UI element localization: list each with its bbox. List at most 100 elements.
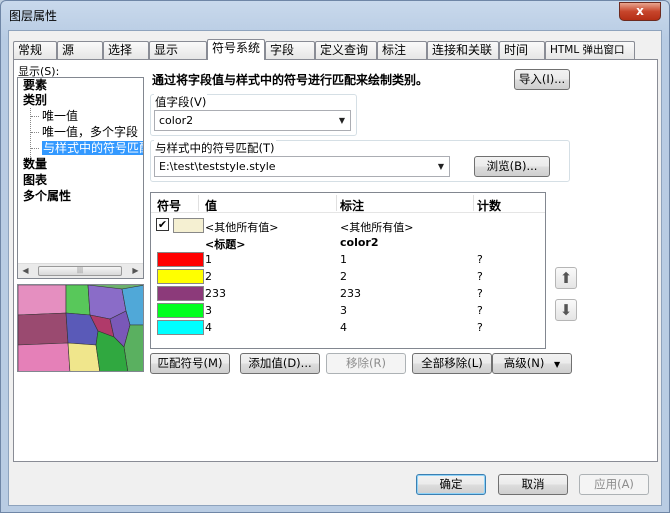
row-value: 3	[205, 304, 212, 317]
remove-all-button[interactable]: 全部移除(L)	[412, 353, 492, 374]
renderer-preview-image	[17, 284, 144, 372]
dropdown-arrow-icon: ▼	[437, 162, 444, 171]
move-up-button[interactable]: ⬆	[555, 267, 577, 289]
table-row-heading[interactable]: <标题> color2	[151, 234, 545, 251]
row-label: 2	[340, 270, 347, 283]
row-count: ?	[477, 321, 483, 334]
add-values-button[interactable]: 添加值(D)...	[240, 353, 320, 374]
row-label: 4	[340, 321, 347, 334]
tab-symbology[interactable]: 符号系统	[207, 39, 265, 60]
tree-item-unique-values-many-fields[interactable]: 唯一值，多个字段	[42, 125, 138, 139]
heading-value: <标题>	[205, 238, 246, 251]
table-row-all-other-values[interactable]: ✔ <其他所有值> <其他所有值>	[151, 217, 545, 234]
match-symbols-button[interactable]: 匹配符号(M)	[150, 353, 230, 374]
tree-connector	[31, 116, 39, 117]
remove-button[interactable]: 移除(R)	[326, 353, 406, 374]
table-row[interactable]: 3 3?	[151, 302, 545, 319]
ok-button[interactable]: 确定	[416, 474, 486, 495]
dialog-client: 常规 源 选择 显示 符号系统 字段 定义查询 标注 连接和关联 时间 HTML…	[8, 30, 662, 506]
row-count: ?	[477, 253, 483, 266]
header-label[interactable]: 标注	[340, 197, 364, 214]
style-match-label: 与样式中的符号匹配(T)	[154, 140, 276, 156]
header-symbol[interactable]: 符号	[157, 197, 181, 214]
value-field-dropdown[interactable]: color2 ▼	[154, 110, 351, 131]
tab-display[interactable]: 显示	[149, 41, 207, 59]
renderer-tree: 要素 类别 唯一值 唯一值，多个字段 与样式中的符号匹配 数量 图表 多个属性 …	[17, 77, 144, 279]
tab-joins-relates[interactable]: 连接和关联	[427, 41, 499, 59]
title-bar[interactable]: 图层属性 x	[1, 1, 669, 29]
row-value: 1	[205, 253, 212, 266]
tab-time[interactable]: 时间	[499, 41, 545, 59]
row-count: ?	[477, 287, 483, 300]
header-value[interactable]: 值	[205, 197, 217, 214]
row-label: 233	[340, 287, 361, 300]
symbol-swatch[interactable]	[157, 252, 204, 267]
symbology-panel: 显示(S): 要素 类别 唯一值 唯一值，多个字段 与样式中的符号匹配 数量 图…	[13, 59, 658, 462]
row-value: 2	[205, 270, 212, 283]
scroll-right-icon[interactable]: ▶	[128, 264, 143, 278]
all-other-values-checkbox[interactable]: ✔	[156, 218, 169, 231]
tree-item-multiple-attributes[interactable]: 多个属性	[23, 189, 71, 203]
table-row[interactable]: 2 2?	[151, 268, 545, 285]
tree-item-features[interactable]: 要素	[23, 78, 47, 92]
tab-general[interactable]: 常规	[13, 41, 57, 59]
tab-labels[interactable]: 标注	[377, 41, 427, 59]
checkmark-icon: ✔	[157, 218, 168, 231]
row-value: <其他所有值>	[205, 221, 279, 234]
close-button[interactable]: x	[619, 2, 661, 21]
tree-connector	[31, 132, 39, 133]
layer-properties-window: 图层属性 x 常规 源 选择 显示 符号系统 字段 定义查询 标注 连接和关联 …	[0, 0, 670, 513]
symbol-swatch[interactable]	[157, 303, 204, 318]
row-count: ?	[477, 304, 483, 317]
column-separator	[473, 195, 474, 211]
symbol-swatch[interactable]	[157, 286, 204, 301]
symbol-class-grid: 符号 值 标注 计数 ✔ <其他所有值> <其他所有值> <标题> color2…	[150, 192, 546, 349]
advanced-label: 高级(N)	[503, 356, 545, 370]
symbol-swatch[interactable]	[157, 320, 204, 335]
tree-item-charts[interactable]: 图表	[23, 173, 47, 187]
dropdown-arrow-icon: ▼	[338, 116, 345, 125]
tab-html-popup[interactable]: HTML 弹出窗口	[545, 41, 635, 59]
scroll-left-icon[interactable]: ◀	[18, 264, 33, 278]
symbol-swatch[interactable]	[157, 269, 204, 284]
symbol-swatch[interactable]	[173, 218, 204, 233]
tree-item-match-to-symbols[interactable]: 与样式中的符号匹配	[42, 141, 143, 155]
tab-source[interactable]: 源	[57, 41, 103, 59]
browse-button[interactable]: 浏览(B)...	[474, 156, 550, 177]
style-file-path: E:\test\teststyle.style	[159, 160, 276, 173]
table-row[interactable]: 1 1?	[151, 251, 545, 268]
tab-selection[interactable]: 选择	[103, 41, 149, 59]
cancel-button[interactable]: 取消	[498, 474, 568, 495]
value-field-label: 值字段(V)	[154, 94, 208, 110]
import-button[interactable]: 导入(I)...	[514, 69, 570, 90]
column-separator	[198, 195, 199, 211]
tab-strip: 常规 源 选择 显示 符号系统 字段 定义查询 标注 连接和关联 时间 HTML…	[13, 39, 657, 60]
row-value: 233	[205, 287, 226, 300]
table-row[interactable]: 233 233?	[151, 285, 545, 302]
grid-header: 符号 值 标注 计数	[151, 193, 545, 213]
column-separator	[336, 195, 337, 211]
preview-map-illustration	[18, 285, 143, 371]
apply-button[interactable]: 应用(A)	[579, 474, 649, 495]
arrow-down-icon: ⬇	[559, 301, 573, 319]
close-icon: x	[636, 4, 644, 18]
tree-item-categories[interactable]: 类别	[23, 93, 47, 107]
style-file-dropdown[interactable]: E:\test\teststyle.style ▼	[154, 156, 450, 177]
table-row[interactable]: 4 4?	[151, 319, 545, 336]
renderer-description: 通过将字段值与样式中的符号进行匹配来绘制类别。	[152, 73, 429, 87]
move-down-button[interactable]: ⬇	[555, 299, 577, 321]
tree-horizontal-scrollbar[interactable]: ◀ ||| ▶	[18, 263, 143, 278]
value-field-selected: color2	[159, 114, 194, 127]
tab-fields[interactable]: 字段	[265, 41, 315, 59]
advanced-button[interactable]: 高级(N) ▼	[492, 353, 572, 374]
header-count[interactable]: 计数	[477, 197, 501, 214]
tree-item-unique-values[interactable]: 唯一值	[42, 109, 78, 123]
row-label: 1	[340, 253, 347, 266]
tree-item-quantities[interactable]: 数量	[23, 157, 47, 171]
row-label: <其他所有值>	[340, 221, 414, 234]
row-count: ?	[477, 270, 483, 283]
window-title: 图层属性	[9, 9, 58, 23]
tab-definition-query[interactable]: 定义查询	[315, 41, 377, 59]
tree-connector	[31, 148, 39, 149]
scrollbar-thumb[interactable]: |||	[38, 266, 122, 276]
